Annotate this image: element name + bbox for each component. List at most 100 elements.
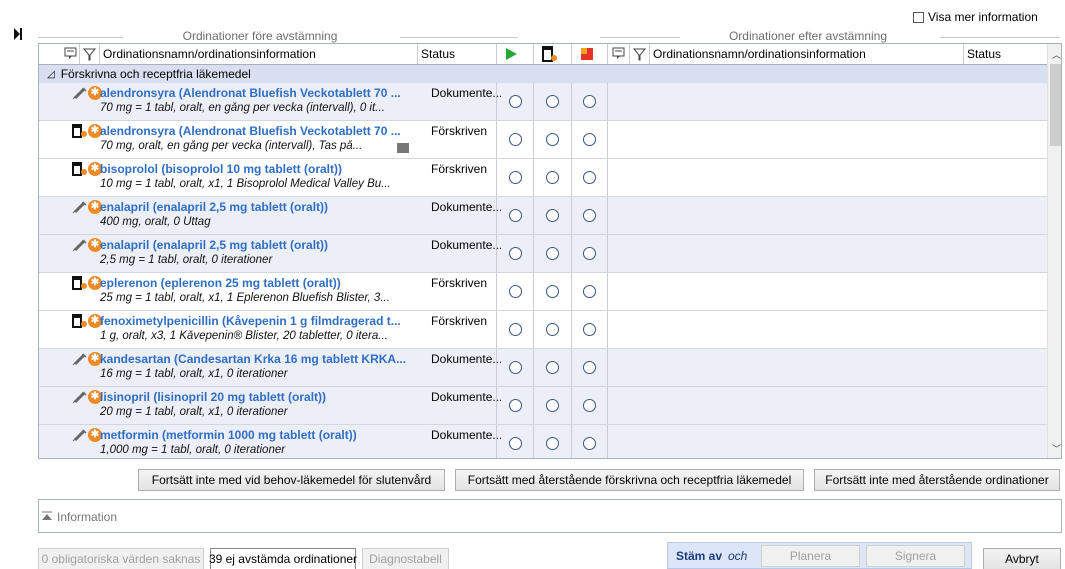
continue-radio[interactable]	[509, 209, 522, 222]
discontinue-stop-icon[interactable]	[579, 46, 595, 62]
show-more-info-checkbox[interactable]	[913, 11, 924, 23]
modify-radio[interactable]	[546, 95, 559, 108]
section-before-title: Ordinationer före avstämning	[182, 29, 338, 43]
comment-column-icon[interactable]	[63, 46, 79, 62]
missing-values-button[interactable]: 0 obligatoriska värden saknas	[38, 548, 204, 569]
order-name[interactable]: metformin (metformin 1000 mg tablett (or…	[100, 428, 420, 442]
column-status-header[interactable]: Status	[421, 47, 455, 61]
order-status: Dokumente...	[431, 390, 501, 404]
continue-radio[interactable]	[509, 323, 522, 336]
order-name[interactable]: enalapril (enalapril 2,5 mg tablett (ora…	[100, 238, 420, 252]
order-status: Förskriven	[431, 124, 488, 138]
administered-syringe-icon	[72, 200, 88, 214]
order-row[interactable]: ✱ fenoximetylpenicillin (Kåvepenin 1 g fi…	[39, 311, 1047, 349]
order-name[interactable]: alendronsyra (Alendronat Bluefish Veckot…	[100, 124, 420, 138]
order-row[interactable]: ✱ enalapril (enalapril 2,5 mg tablett (or…	[39, 235, 1047, 273]
group-header-prescribed[interactable]: ◿ Förskrivna och receptfria läkemedel	[39, 65, 1047, 83]
discontinue-radio[interactable]	[583, 437, 596, 450]
continue-play-icon[interactable]	[503, 46, 519, 62]
order-name[interactable]: bisoprolol (bisoprolol 10 mg tablett (or…	[100, 162, 420, 176]
continue-radio[interactable]	[509, 247, 522, 260]
continue-radio[interactable]	[509, 171, 522, 184]
order-name[interactable]: alendronsyra (Alendronat Bluefish Veckot…	[100, 86, 420, 100]
order-row[interactable]: ✱ alendronsyra (Alendronat Bluefish Vecko…	[39, 83, 1047, 121]
group-header-label: Förskrivna och receptfria läkemedel	[60, 67, 251, 81]
order-status: Dokumente...	[431, 86, 501, 100]
diagnosis-table-button[interactable]: Diagnostabell	[362, 548, 449, 569]
vertical-scrollbar[interactable]: ︿ ﹀	[1047, 44, 1061, 458]
continue-radio[interactable]	[509, 437, 522, 450]
discontinue-radio[interactable]	[583, 285, 596, 298]
continue-radio[interactable]	[509, 399, 522, 412]
expand-info-icon[interactable]	[41, 510, 53, 524]
order-row[interactable]: ✱ metformin (metformin 1000 mg tablett (o…	[39, 425, 1047, 458]
scroll-down-arrow[interactable]: ﹀	[1052, 442, 1061, 455]
information-panel[interactable]: Information	[38, 499, 1062, 533]
scroll-thumb[interactable]	[1050, 64, 1061, 146]
reconcile-bar: Stäm av och Planera Signera	[667, 542, 972, 569]
prescribed-bottle-icon	[72, 124, 88, 138]
modify-bottle-icon[interactable]	[541, 46, 557, 62]
skip-prn-button[interactable]: Fortsätt inte med vid behov-läkemedel fö…	[138, 469, 445, 491]
order-status: Dokumente...	[431, 428, 501, 442]
plan-button[interactable]: Planera	[761, 545, 860, 567]
side-panel-toggle-icon[interactable]	[14, 28, 22, 40]
order-name[interactable]: enalapril (enalapril 2,5 mg tablett (ora…	[100, 200, 420, 214]
filter-column-icon[interactable]	[82, 46, 97, 62]
order-row[interactable]: ✱ alendronsyra (Alendronat Bluefish Vecko…	[39, 121, 1047, 159]
cancel-button[interactable]: Avbryt	[983, 548, 1061, 569]
modify-radio[interactable]	[546, 399, 559, 412]
administered-syringe-icon	[72, 352, 88, 366]
discontinue-radio[interactable]	[583, 247, 596, 260]
order-status: Förskriven	[431, 276, 488, 290]
comment-column-icon-after[interactable]	[611, 46, 627, 62]
column-name-header-after[interactable]: Ordinationsnamn/ordinationsinformation	[653, 47, 866, 61]
sign-button[interactable]: Signera	[866, 545, 965, 567]
order-row[interactable]: ✱ lisinopril (lisinopril 20 mg tablett (o…	[39, 387, 1047, 425]
orders-grid: Ordinationsnamn/ordinationsinformation S…	[38, 43, 1062, 459]
modify-radio[interactable]	[546, 285, 559, 298]
discontinue-radio[interactable]	[583, 171, 596, 184]
discontinue-radio[interactable]	[583, 133, 596, 146]
unreconciled-orders-button[interactable]: 39 ej avstämda ordinationer	[209, 548, 357, 569]
order-name[interactable]: lisinopril (lisinopril 20 mg tablett (or…	[100, 390, 420, 404]
continue-remaining-button[interactable]: Fortsätt med återstående förskrivna och …	[455, 469, 804, 491]
scroll-up-arrow[interactable]: ︿	[1052, 48, 1061, 61]
modify-radio[interactable]	[546, 209, 559, 222]
modify-radio[interactable]	[546, 361, 559, 374]
discontinue-radio[interactable]	[583, 399, 596, 412]
discontinue-radio[interactable]	[583, 209, 596, 222]
order-rows: ✱ alendronsyra (Alendronat Bluefish Vecko…	[39, 83, 1047, 458]
order-name[interactable]: eplerenon (eplerenon 25 mg tablett (oral…	[100, 276, 420, 290]
note-comment-icon[interactable]	[397, 143, 409, 153]
continue-radio[interactable]	[509, 95, 522, 108]
order-status: Förskriven	[431, 162, 488, 176]
section-after-title: Ordinationer efter avstämning	[728, 29, 888, 43]
order-row[interactable]: ✱ eplerenon (eplerenon 25 mg tablett (ora…	[39, 273, 1047, 311]
reconciliation-window: Visa mer information Ordinationer före a…	[0, 0, 1065, 569]
column-status-header-after[interactable]: Status	[967, 47, 1001, 61]
group-collapse-icon[interactable]: ◿	[47, 69, 55, 80]
discontinue-radio[interactable]	[583, 323, 596, 336]
reconcile-and-label: och	[728, 549, 748, 563]
order-name[interactable]: kandesartan (Candesartan Krka 16 mg tabl…	[100, 352, 420, 366]
order-row[interactable]: ✱ enalapril (enalapril 2,5 mg tablett (or…	[39, 197, 1047, 235]
discontinue-radio[interactable]	[583, 361, 596, 374]
order-name[interactable]: fenoximetylpenicillin (Kåvepenin 1 g fil…	[100, 314, 420, 328]
column-name-header[interactable]: Ordinationsnamn/ordinationsinformation	[103, 47, 316, 61]
order-row[interactable]: ✱ bisoprolol (bisoprolol 10 mg tablett (o…	[39, 159, 1047, 197]
continue-radio[interactable]	[509, 361, 522, 374]
continue-radio[interactable]	[509, 133, 522, 146]
show-more-info-toggle[interactable]: Visa mer information	[913, 10, 1038, 24]
modify-radio[interactable]	[546, 323, 559, 336]
modify-radio[interactable]	[546, 171, 559, 184]
filter-column-icon-after[interactable]	[632, 46, 647, 62]
modify-radio[interactable]	[546, 247, 559, 260]
order-row[interactable]: ✱ kandesartan (Candesartan Krka 16 mg tab…	[39, 349, 1047, 387]
skip-remaining-button[interactable]: Fortsätt inte med återstående ordination…	[814, 469, 1060, 491]
discontinue-radio[interactable]	[583, 95, 596, 108]
modify-radio[interactable]	[546, 437, 559, 450]
continue-radio[interactable]	[509, 285, 522, 298]
prescribed-bottle-icon	[72, 276, 88, 290]
modify-radio[interactable]	[546, 133, 559, 146]
